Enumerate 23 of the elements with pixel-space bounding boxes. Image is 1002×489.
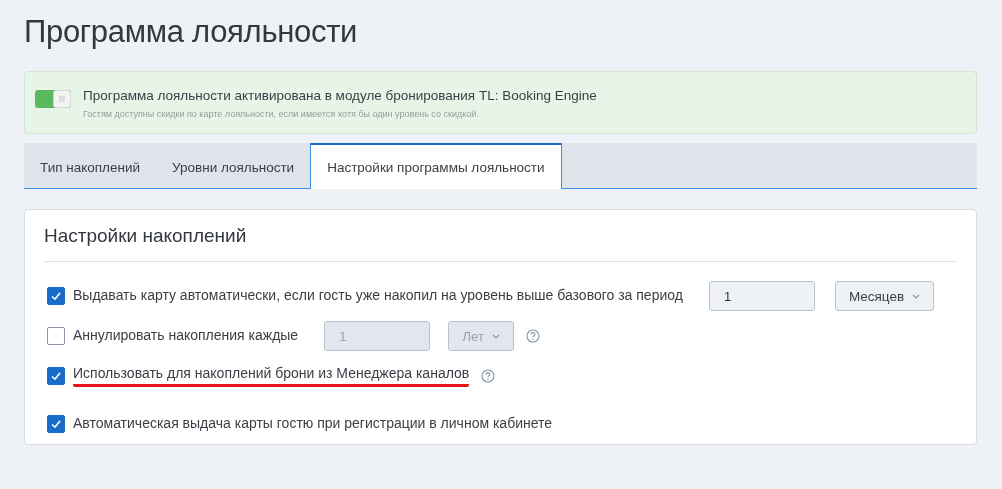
tab[interactable]: Тип накоплений [24,143,157,189]
number-field[interactable]: 1 [708,281,815,311]
page-title: Программа лояльности [24,14,359,50]
checkbox[interactable] [47,287,65,305]
tab[interactable]: Уровни лояльности [156,143,311,189]
toggle-switch[interactable] [35,90,71,108]
checkmark-icon [50,290,62,302]
checkmark-icon [50,370,62,382]
option-label: Выдавать карту автоматически, если гость уже накопил на уровень выше базового за период [73,286,683,305]
help-icon[interactable] [481,369,496,383]
option-label: Автоматическая выдача карты гостю при регистрации в личном кабинете [73,414,553,433]
banner-title: Программа лояльности активирована в модуле бронирования TL: Booking Engine [83,88,597,103]
checkmark-icon [50,418,62,430]
option-label: Аннулировать накопления каждые [73,326,299,345]
tab[interactable]: Настройки программы лояльности [310,143,562,189]
section-title: Настройки накоплений [44,210,957,262]
checkbox[interactable] [47,415,65,433]
option-label: Использовать для накоплений брони из Менеджера каналов [73,365,470,387]
checkbox[interactable] [47,367,65,385]
period-dropdown[interactable]: Месяцев [834,281,935,311]
chevron-down-icon [492,333,501,339]
banner-note: Гостям доступны скидки по карте лояльности, если имеется хотя бы один уровень со скидкой. [83,109,480,119]
chevron-down-icon [912,293,921,299]
